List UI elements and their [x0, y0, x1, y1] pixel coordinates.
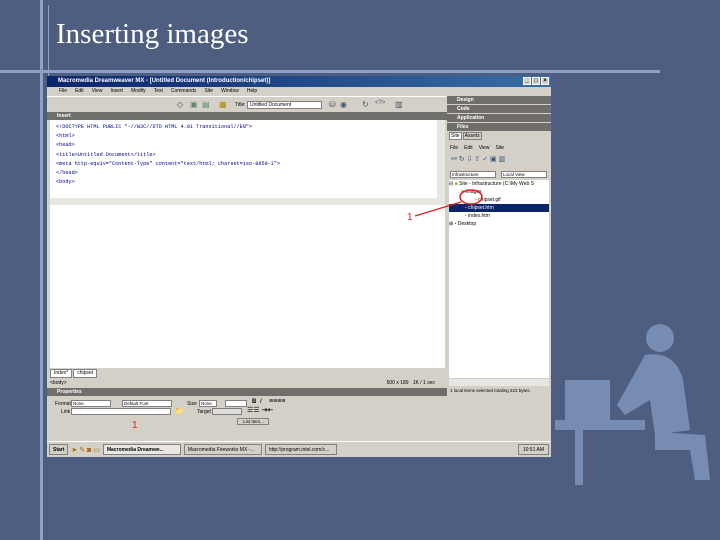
dreamweaver-window: Macromedia Dreamweaver MX - [Untitled Do…	[47, 76, 551, 457]
annotation-number: 1	[407, 212, 413, 223]
start-button[interactable]: Start	[49, 444, 69, 455]
system-tray-clock: 10:51 AM	[517, 444, 549, 455]
taskbar: Start ➤ ✎ ◙ ▭ Macromedia Dreamwe... Macr…	[47, 441, 551, 457]
task-fireworks[interactable]: Macromedia Fireworks MX -...	[183, 444, 262, 455]
person-at-computer-clipart	[555, 324, 710, 485]
decor-line	[0, 70, 660, 73]
decor-line	[40, 0, 43, 540]
task-browser[interactable]: http://program.intel.com/c...	[264, 444, 337, 455]
quick-launch-icons[interactable]: ➤ ✎ ◙ ▭	[71, 446, 99, 454]
task-dreamweaver[interactable]: Macromedia Dreamwe...	[102, 444, 181, 455]
annotation-arrow	[414, 189, 483, 217]
slide-title: Inserting images	[56, 18, 249, 50]
